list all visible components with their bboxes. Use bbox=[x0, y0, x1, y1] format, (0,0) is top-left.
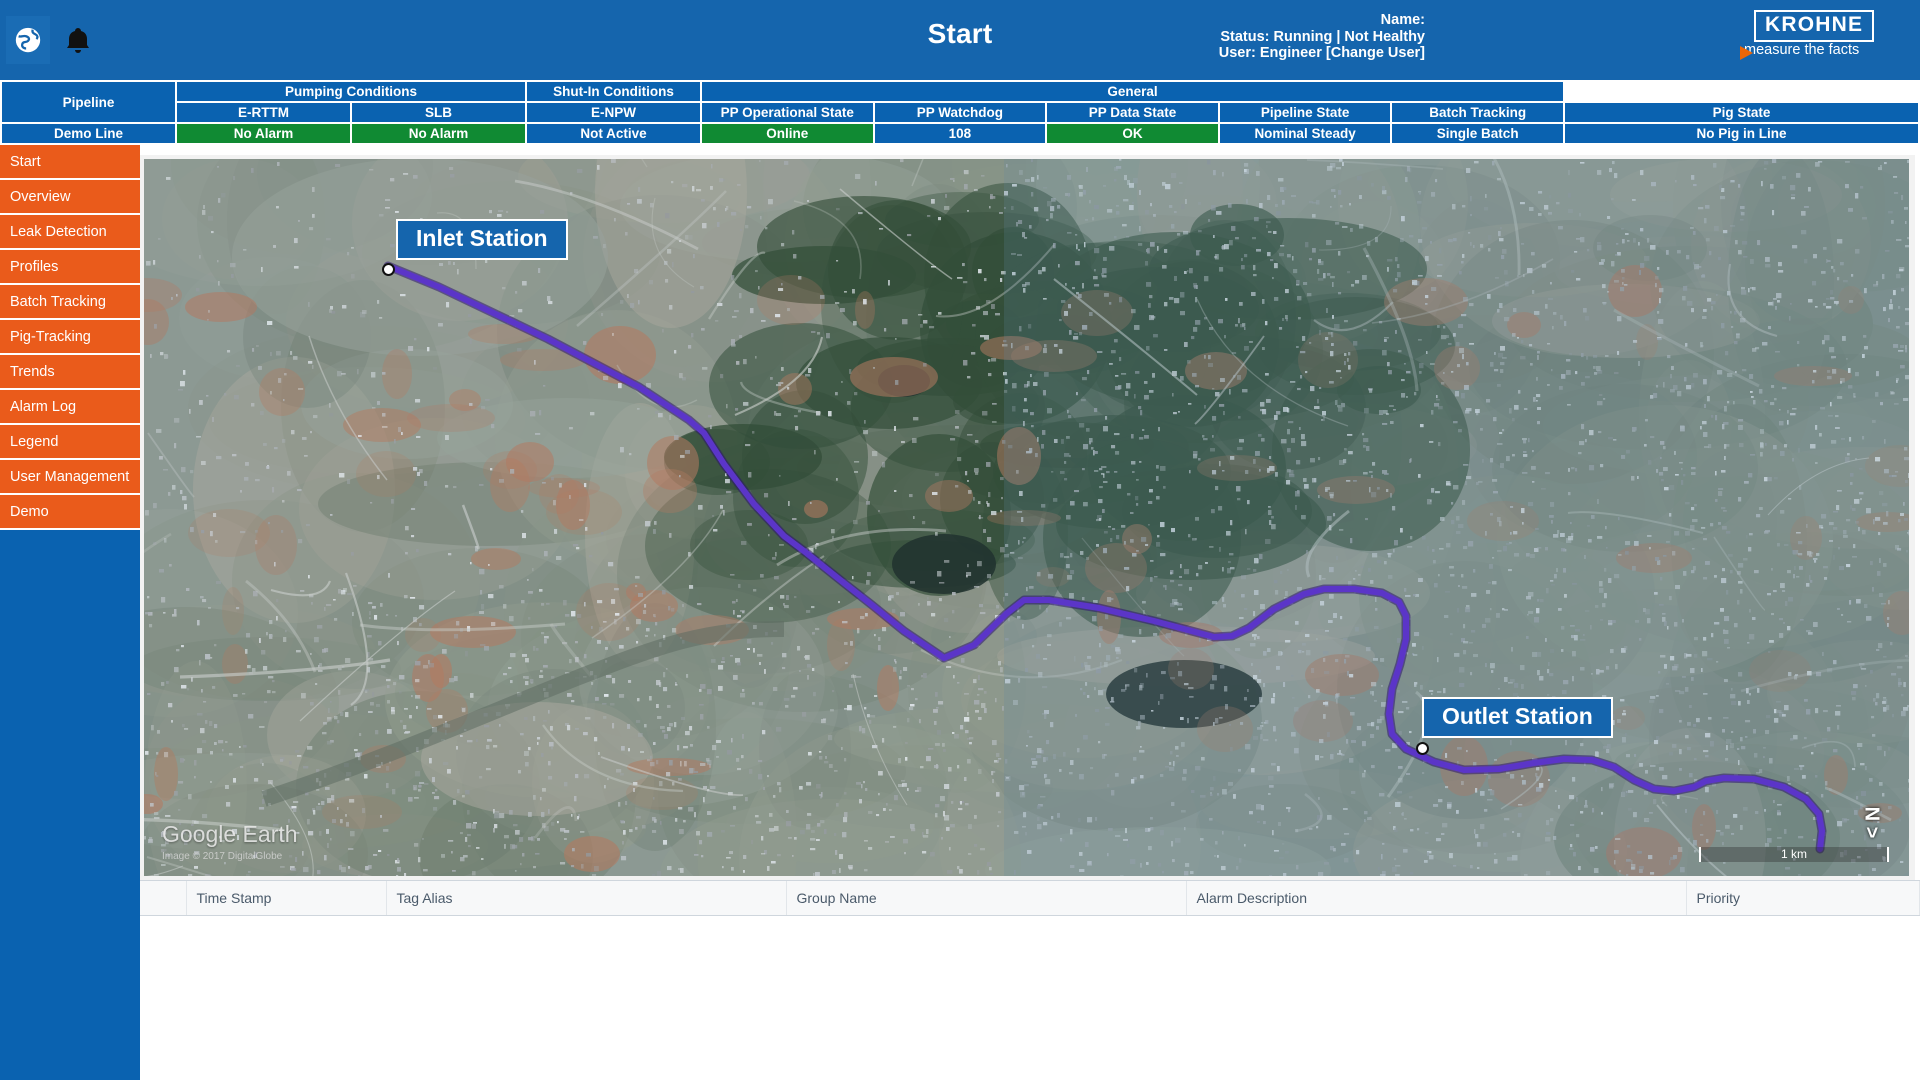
app-header: Start Name: Status: Running | Not Health… bbox=[0, 0, 1920, 80]
sidebar-item-pig-tracking[interactable]: Pig-Tracking bbox=[0, 320, 140, 355]
alarm-column-header[interactable]: Group Name bbox=[786, 881, 1187, 916]
status-group-header: Pipeline bbox=[0, 80, 177, 124]
north-arrow-icon: N > bbox=[1860, 806, 1883, 839]
alarm-log-table: Time Stamp Tag Alias Group Name Alarm Descr… bbox=[140, 880, 1920, 1080]
status-column-header: E-NPW bbox=[525, 101, 702, 124]
status-column-header: PP Watchdog bbox=[872, 101, 1048, 124]
status-group-header: Pumping Conditions bbox=[175, 80, 527, 103]
sidebar-item-profiles[interactable]: Profiles bbox=[0, 250, 140, 285]
user-label: User: Engineer bbox=[1218, 45, 1326, 61]
map-station-label[interactable]: Inlet Station bbox=[396, 219, 568, 260]
header-status-block: Name: Status: Running | Not Healthy User… bbox=[1100, 12, 1425, 62]
sidebar-item-leak-detection[interactable]: Leak Detection bbox=[0, 215, 140, 250]
sidebar-item-demo[interactable]: Demo bbox=[0, 495, 140, 530]
status-value-cell: No Pig in Line bbox=[1563, 122, 1920, 145]
status-value-cell: Single Batch bbox=[1390, 122, 1565, 145]
status-column-header: PP Data State bbox=[1045, 101, 1220, 124]
alarm-column-header[interactable]: Tag Alias bbox=[386, 881, 787, 916]
status-name-line: Name: bbox=[1380, 12, 1425, 28]
status-column-header: Batch Tracking bbox=[1390, 101, 1565, 124]
status-value-cell: 108 bbox=[872, 122, 1048, 145]
logo-wordmark: KROHNE bbox=[1754, 10, 1875, 42]
logo-tagline: measure the facts bbox=[1740, 42, 1860, 60]
status-group-header: General bbox=[700, 80, 1565, 103]
status-column-header: Pig State bbox=[1563, 101, 1920, 124]
map-panel: Google Earth Image © 2017 DigitalGlobe N… bbox=[140, 155, 1915, 880]
change-user-link[interactable]: [Change User] bbox=[1326, 45, 1425, 61]
map-attribution: Google Earth bbox=[162, 821, 298, 847]
sidebar-item-user-management[interactable]: User Management bbox=[0, 460, 140, 495]
alarm-header-row: Time Stamp Tag Alias Group Name Alarm Descr… bbox=[140, 881, 1920, 916]
triangle-icon bbox=[1740, 46, 1753, 60]
sidebar-item-alarm-log[interactable]: Alarm Log bbox=[0, 390, 140, 425]
sidebar-item-trends[interactable]: Trends bbox=[0, 355, 140, 390]
status-value-cell: No Alarm bbox=[175, 122, 352, 145]
status-group-header: Shut-In Conditions bbox=[525, 80, 702, 103]
status-running-line: Status: Running | Not Healthy bbox=[1220, 28, 1425, 45]
status-column-header: Pipeline State bbox=[1217, 101, 1393, 124]
map-station-marker[interactable] bbox=[382, 263, 395, 276]
alarm-column-header[interactable]: Alarm Description bbox=[1186, 881, 1687, 916]
status-summary-bar: Pipeline Pumping Conditions Shut-In Condit… bbox=[0, 80, 1920, 145]
alarm-column-header[interactable]: Priority bbox=[1686, 881, 1920, 916]
sidebar-nav: Start Overview Leak Detection Profiles Batch… bbox=[0, 145, 140, 1080]
status-value-cell: OK bbox=[1045, 122, 1220, 145]
map-copyright: Image © 2017 DigitalGlobe bbox=[162, 851, 283, 862]
sidebar-item-legend[interactable]: Legend bbox=[0, 425, 140, 460]
status-column-header: SLB bbox=[350, 101, 527, 124]
map-station-label[interactable]: Outlet Station bbox=[1422, 697, 1613, 738]
status-value-cell: Online bbox=[700, 122, 875, 145]
map-graphics-layer bbox=[144, 159, 1909, 876]
sidebar-item-start[interactable]: Start bbox=[0, 145, 140, 180]
status-group-row: Pipeline Pumping Conditions Shut-In Condit… bbox=[0, 80, 1919, 124]
alarm-column-header[interactable] bbox=[140, 881, 187, 916]
page-title: Start bbox=[927, 18, 993, 49]
status-value-cell: Not Active bbox=[525, 122, 702, 145]
map-scale-bar: 1 km bbox=[1699, 847, 1889, 862]
map-station-marker[interactable] bbox=[1416, 742, 1429, 755]
sidebar-item-overview[interactable]: Overview bbox=[0, 180, 140, 215]
status-value-cell: No Alarm bbox=[350, 122, 527, 145]
sidebar-item-list: Start Overview Leak Detection Profiles Batch… bbox=[0, 145, 140, 530]
status-column-header: E-RTTM bbox=[175, 101, 352, 124]
alarm-column-header[interactable]: Time Stamp bbox=[186, 881, 387, 916]
satellite-map[interactable]: Google Earth Image © 2017 DigitalGlobe N… bbox=[144, 159, 1909, 876]
status-column-header: PP Operational State bbox=[700, 101, 875, 124]
status-user-line: User: Engineer [Change User] bbox=[1100, 45, 1425, 62]
logo-tagline-text: measure the facts bbox=[1744, 42, 1860, 58]
status-column-row: E-RTTM SLB E-NPW PP Operational State PP Wat… bbox=[1, 101, 1920, 124]
status-value-row: Demo Line No Alarm No Alarm Not Active Onlin… bbox=[0, 122, 1920, 145]
alarm-table: Time Stamp Tag Alias Group Name Alarm Descr… bbox=[140, 881, 1920, 916]
krohne-logo: KROHNE measure the facts bbox=[1732, 10, 1912, 70]
status-value-cell: Nominal Steady bbox=[1217, 122, 1393, 145]
status-table: Pipeline Pumping Conditions Shut-In Condit… bbox=[0, 80, 1920, 145]
status-value-cell: Demo Line bbox=[0, 122, 177, 145]
sidebar-item-batch-tracking[interactable]: Batch Tracking bbox=[0, 285, 140, 320]
